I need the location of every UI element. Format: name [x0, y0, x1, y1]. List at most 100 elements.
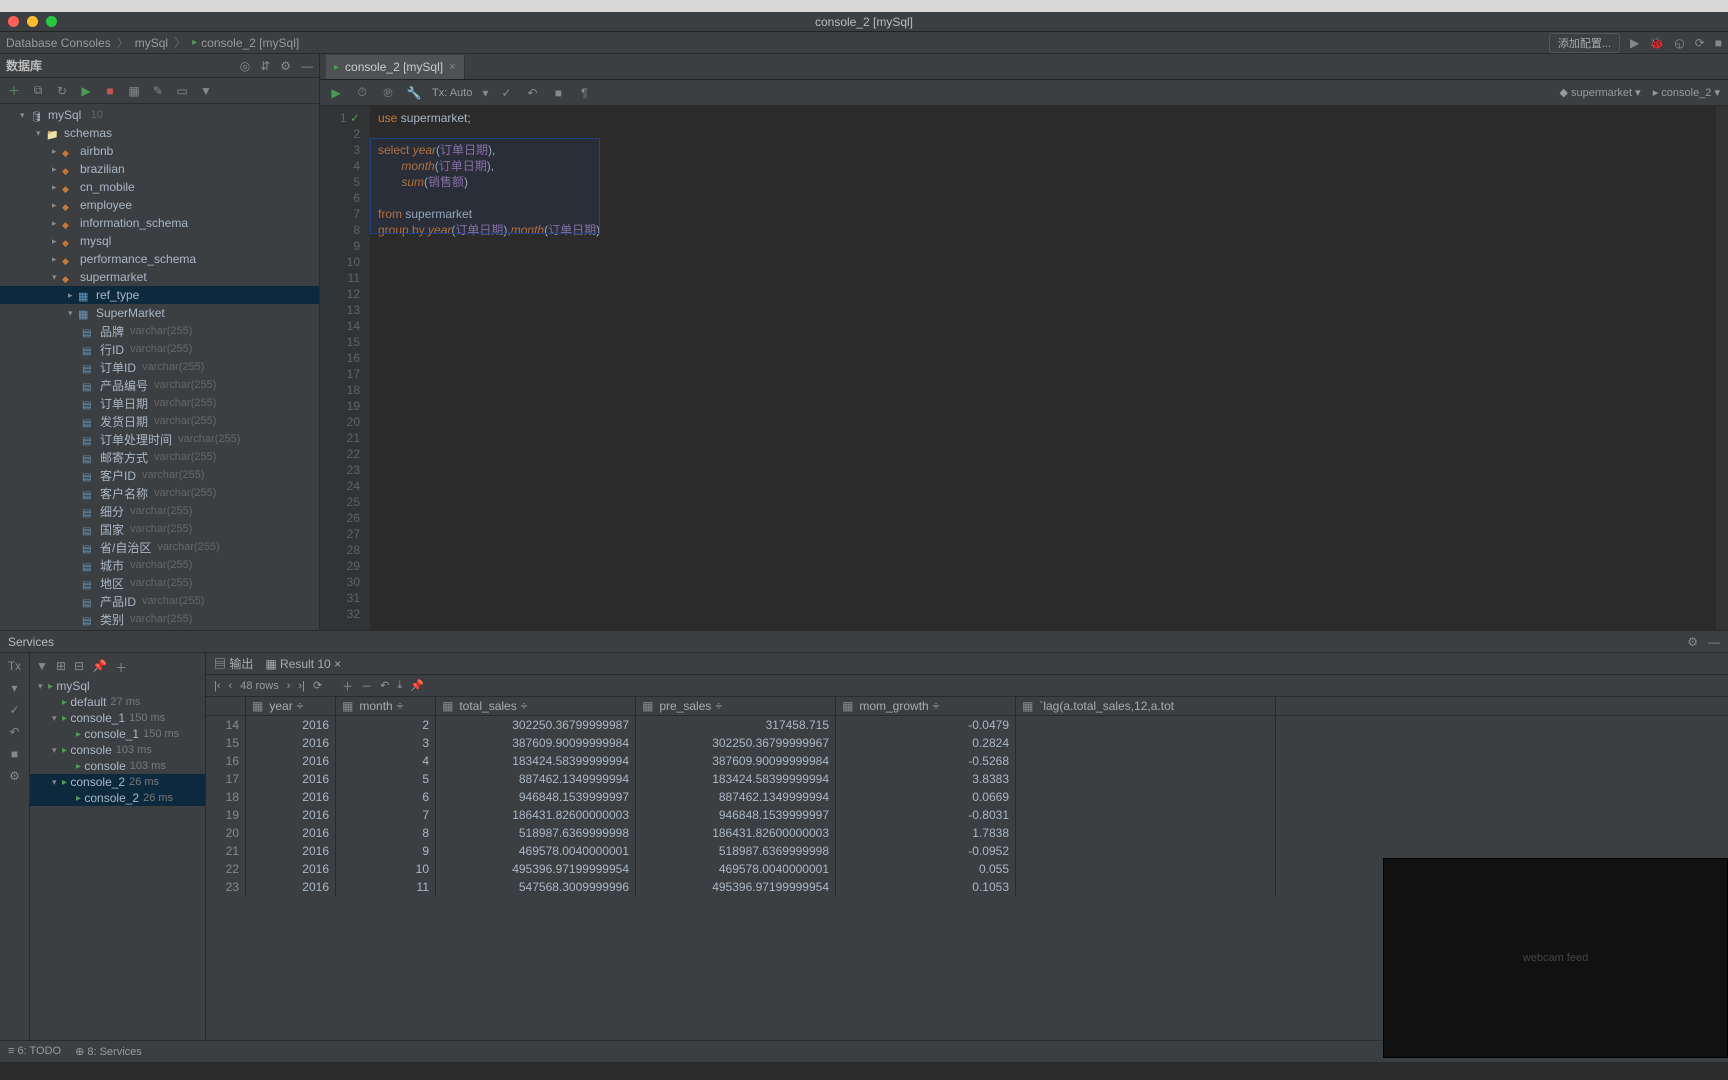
tree-column[interactable]: 城市varchar(255)	[0, 556, 319, 574]
tree-column[interactable]: 订单日期varchar(255)	[0, 394, 319, 412]
todo-button[interactable]: ≡ 6: TODO	[8, 1045, 61, 1058]
services-button[interactable]: ⊕ 8: Services	[75, 1045, 142, 1058]
stop-icon[interactable]: ■	[1715, 36, 1722, 50]
services-tree-item[interactable]: ▾▸ mySql	[30, 678, 205, 694]
pin-icon[interactable]: 📌	[410, 679, 424, 692]
close-tab-icon[interactable]: ×	[449, 61, 455, 73]
tree-column[interactable]: 省/自治区varchar(255)	[0, 538, 319, 556]
tree-column[interactable]: 类别varchar(255)	[0, 610, 319, 628]
code-editor[interactable]: use supermarket; select year(订单日期), mont…	[370, 106, 1716, 630]
tree-column[interactable]: 行IDvarchar(255)	[0, 340, 319, 358]
minimize-window-icon[interactable]	[27, 16, 38, 27]
result-tab[interactable]: ▦ Result 10 ×	[265, 657, 341, 671]
profile-icon[interactable]: ⟳	[1695, 36, 1705, 50]
gear-icon[interactable]: ⚙	[1687, 635, 1698, 649]
refresh-icon[interactable]: ↻	[54, 83, 70, 99]
table-row[interactable]: 1520163387609.90099999984302250.36799999…	[206, 734, 1728, 752]
debug-icon[interactable]: 🐞	[1649, 36, 1664, 50]
expand-icon[interactable]: ⊞	[56, 659, 66, 676]
add-icon[interactable]: ＋	[115, 659, 127, 676]
gear-icon[interactable]: ⚙	[280, 59, 291, 73]
history-icon[interactable]: ⏱	[354, 85, 370, 101]
add-row-icon[interactable]: ＋	[342, 678, 353, 694]
services-tree-item[interactable]: ▸ console103 ms	[30, 758, 205, 774]
add-icon[interactable]: ＋	[6, 83, 22, 99]
delete-row-icon[interactable]: －	[361, 678, 372, 694]
tree-column[interactable]: 产品IDvarchar(255)	[0, 592, 319, 610]
jump-to-console-icon[interactable]: ▶	[78, 83, 94, 99]
services-tree-item[interactable]: ▾▸ console103 ms	[30, 742, 205, 758]
tree-column[interactable]: 订单IDvarchar(255)	[0, 358, 319, 376]
tree-datasource[interactable]: ▾ mySql 10	[0, 106, 319, 124]
table-row[interactable]: 1820166946848.1539999997887462.134999999…	[206, 788, 1728, 806]
tree-column[interactable]: 子类别varchar(255)	[0, 628, 319, 630]
tree-column[interactable]: 国家varchar(255)	[0, 520, 319, 538]
close-window-icon[interactable]	[8, 16, 19, 27]
filter-icon[interactable]: ▼	[198, 83, 214, 99]
services-tree[interactable]: ▼ ⊞ ⊟ 📌 ＋ ▾▸ mySql ▸ default27 ms▾▸ cons…	[30, 653, 206, 1040]
table-view-icon[interactable]: ▦	[126, 83, 142, 99]
services-tree-item[interactable]: ▸ console_226 ms	[30, 790, 205, 806]
services-tree-item[interactable]: ▸ console_1150 ms	[30, 726, 205, 742]
edit-icon[interactable]: ✎	[150, 83, 166, 99]
stop-icon[interactable]: ■	[11, 747, 18, 761]
schema-selector[interactable]: ◆ supermarket ▾	[1559, 86, 1640, 99]
services-tree-item[interactable]: ▸ default27 ms	[30, 694, 205, 710]
editor-tab[interactable]: ▸ console_2 [mySql] ×	[326, 55, 465, 79]
table-row[interactable]: 1920167186431.82600000003946848.15399999…	[206, 806, 1728, 824]
output-tab[interactable]: ▤ 输出	[214, 655, 253, 672]
breadcrumb-item[interactable]: mySql	[135, 36, 168, 50]
collapse-icon[interactable]: ⇵	[260, 59, 270, 73]
breadcrumb-item[interactable]: console_2 [mySql]	[201, 36, 299, 50]
rollback-icon[interactable]: ↶	[524, 85, 540, 101]
tree-column[interactable]: 品牌varchar(255)	[0, 322, 319, 340]
tx-icon[interactable]: Tx	[8, 659, 21, 673]
hide-icon[interactable]: —	[301, 59, 313, 73]
filter-icon[interactable]: ▼	[36, 659, 48, 676]
tree-table-supermarket[interactable]: ▾SuperMarket	[0, 304, 319, 322]
rollback-icon[interactable]: ↶	[9, 725, 19, 739]
commit-icon[interactable]: ✓	[9, 703, 19, 717]
duplicate-icon[interactable]: ⧉	[30, 83, 46, 99]
add-configuration-button[interactable]: 添加配置...	[1549, 33, 1620, 53]
tree-schema[interactable]: ▸airbnb	[0, 142, 319, 160]
dump-icon[interactable]: ⤓	[397, 679, 402, 692]
last-page-icon[interactable]: ›|	[298, 680, 305, 692]
tree-schema[interactable]: ▸employee	[0, 196, 319, 214]
prev-page-icon[interactable]: ‹	[229, 680, 233, 692]
table-row[interactable]: 2020168518987.6369999998186431.826000000…	[206, 824, 1728, 842]
services-tree-item[interactable]: ▾▸ console_226 ms	[30, 774, 205, 790]
execute-icon[interactable]: ▶	[328, 85, 344, 101]
services-tree-item[interactable]: ▾▸ console_1150 ms	[30, 710, 205, 726]
tree-column[interactable]: 产品编号varchar(255)	[0, 376, 319, 394]
first-page-icon[interactable]: |‹	[214, 680, 221, 692]
run-icon[interactable]: ▶	[1630, 36, 1639, 50]
console-selector[interactable]: ▸ console_2 ▾	[1653, 86, 1720, 99]
tree-column[interactable]: 地区varchar(255)	[0, 574, 319, 592]
table-row[interactable]: 1720165887462.1349999994183424.583999999…	[206, 770, 1728, 788]
tree-schemas-folder[interactable]: ▾schemas	[0, 124, 319, 142]
stop-icon[interactable]: ■	[102, 83, 118, 99]
tx-mode-label[interactable]: Tx: Auto	[432, 87, 472, 99]
reload-icon[interactable]: ⟳	[313, 679, 322, 692]
tree-table-ref-type[interactable]: ▸ref_type	[0, 286, 319, 304]
maximize-window-icon[interactable]	[46, 16, 57, 27]
revert-icon[interactable]: ↶	[380, 679, 389, 692]
collapse-icon[interactable]: ⊟	[74, 659, 84, 676]
ddl-icon[interactable]: ▭	[174, 83, 190, 99]
database-tree[interactable]: ▾ mySql 10 ▾schemas ▸airbnb▸brazilian▸cn…	[0, 104, 319, 630]
coverage-icon[interactable]: ◵	[1674, 36, 1684, 50]
table-row[interactable]: 1420162302250.36799999987317458.715-0.04…	[206, 716, 1728, 734]
tree-schema[interactable]: ▸mysql	[0, 232, 319, 250]
table-row[interactable]: 1620164183424.58399999994387609.90099999…	[206, 752, 1728, 770]
tree-schema[interactable]: ▸performance_schema	[0, 250, 319, 268]
tree-column[interactable]: 客户IDvarchar(255)	[0, 466, 319, 484]
paragraph-icon[interactable]: ¶	[576, 85, 592, 101]
target-icon[interactable]: ◎	[240, 59, 250, 73]
tree-column[interactable]: 邮寄方式varchar(255)	[0, 448, 319, 466]
explain-icon[interactable]: ℗	[380, 85, 396, 101]
breadcrumb-item[interactable]: Database Consoles	[6, 36, 111, 50]
wrench-icon[interactable]: 🔧	[406, 85, 422, 101]
tree-column[interactable]: 细分varchar(255)	[0, 502, 319, 520]
tree-schema[interactable]: ▸brazilian	[0, 160, 319, 178]
